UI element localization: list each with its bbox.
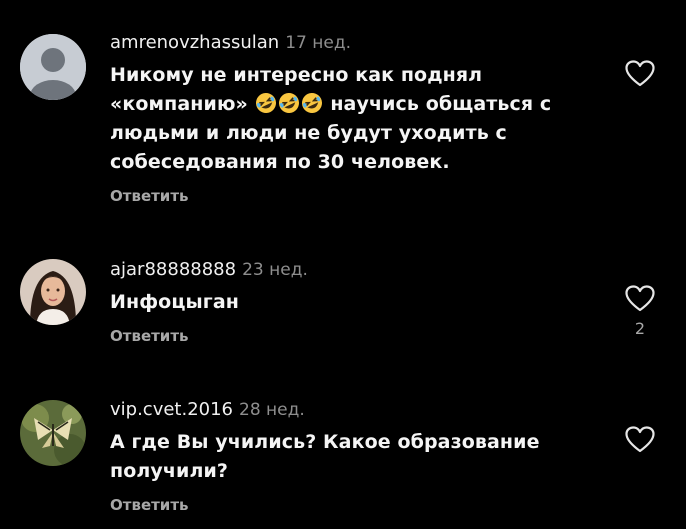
rolling-laughing-emoji-icon (255, 93, 276, 113)
comment-time: 17 нед. (285, 33, 351, 53)
comment-username[interactable]: ajar88888888 (110, 259, 236, 280)
user-avatar[interactable] (20, 259, 86, 325)
like-control: 2 (622, 285, 658, 338)
heart-icon[interactable] (625, 426, 655, 453)
comment-username[interactable]: amrenovzhassulan (110, 32, 279, 53)
like-control (622, 60, 658, 94)
comment-text: А где Вы учились? Какое образование полу… (110, 431, 540, 482)
heart-icon[interactable] (625, 285, 655, 312)
comment-time: 28 нед. (239, 400, 305, 420)
comment-text: Никому не интересно как поднял «компанию… (110, 61, 610, 177)
user-avatar[interactable] (20, 34, 86, 100)
heart-icon[interactable] (625, 60, 655, 87)
default-avatar-icon (20, 34, 86, 100)
like-count: 2 (634, 319, 646, 338)
rolling-laughing-emoji-icon (278, 93, 299, 113)
comment-text: Инфоцыган (110, 291, 239, 313)
comment-time: 23 нед. (242, 260, 308, 280)
profile-photo-woman-icon (20, 259, 86, 325)
rolling-laughing-emoji-icon (301, 93, 322, 113)
comment-username[interactable]: vip.cvet.2016 (110, 399, 233, 420)
like-control (622, 426, 658, 460)
user-avatar[interactable] (20, 400, 86, 466)
profile-photo-butterfly-icon (20, 400, 86, 466)
reply-button[interactable]: Ответить (110, 496, 189, 514)
reply-button[interactable]: Ответить (110, 327, 189, 345)
reply-button[interactable]: Ответить (110, 187, 189, 205)
